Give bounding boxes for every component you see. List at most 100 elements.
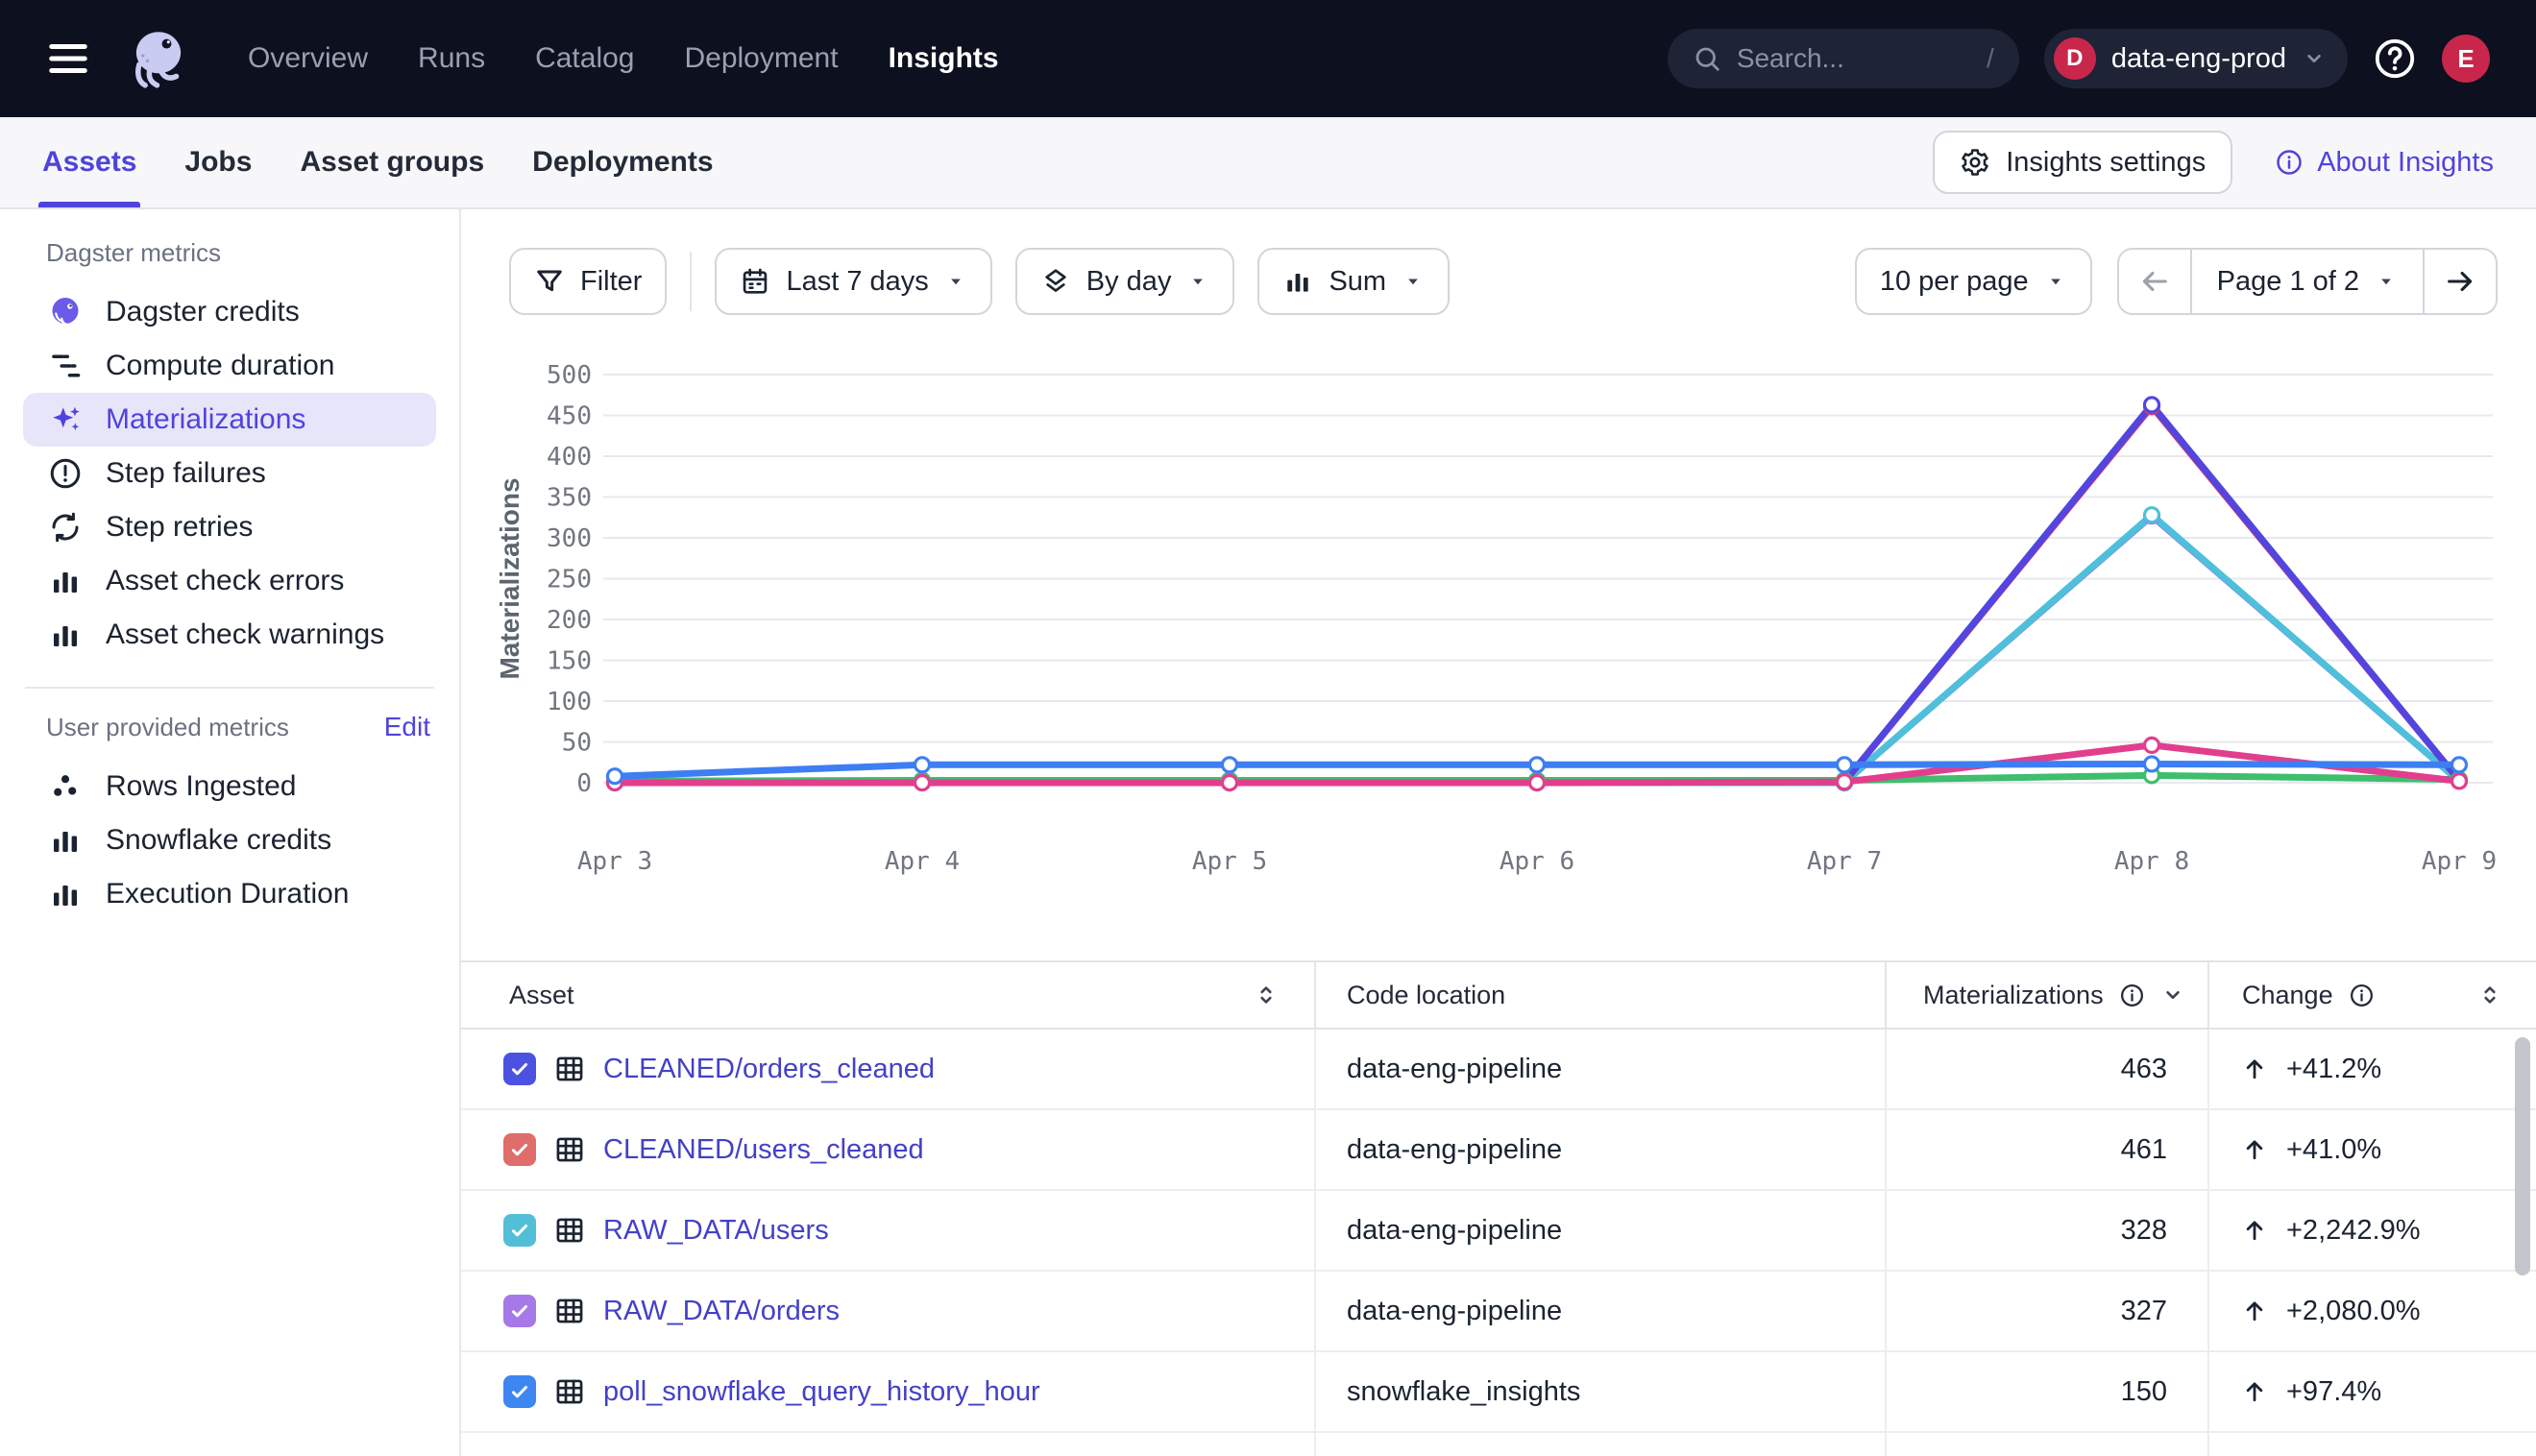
sidebar-item-label: Asset check errors [106,565,344,597]
asset-checkbox[interactable] [503,1053,536,1085]
tab-label: Deployments [532,146,713,179]
sidebar-item-snowflake-credits[interactable]: Snowflake credits [23,813,436,867]
dagster-metrics-list: Dagster creditsCompute durationMateriali… [23,285,436,662]
table-asset-icon [553,1214,586,1247]
asset-link[interactable]: CLEANED/users_cleaned [603,1134,924,1166]
nav-item-catalog[interactable]: Catalog [535,42,634,75]
nav-item-insights[interactable]: Insights [889,42,999,75]
hamburger-menu-icon[interactable] [46,36,90,81]
org-switcher[interactable]: D data-eng-prod [2044,29,2348,88]
per-page-button[interactable]: 10 per page [1855,248,2092,315]
asset-link[interactable]: CLEANED/orders_cleaned [603,1054,935,1085]
asset-link[interactable]: RAW_DATA/orders [603,1296,840,1327]
edit-user-metrics-link[interactable]: Edit [384,712,430,742]
help-icon[interactable] [2373,36,2417,81]
previous-page-button[interactable] [2119,250,2190,313]
user-metrics-section-label: User provided metrics [46,713,289,742]
sort-icon[interactable] [2476,982,2503,1008]
tab-deployments[interactable]: Deployments [532,117,713,207]
sidebar-item-step-retries[interactable]: Step retries [23,500,436,554]
materializations-value-cell: 47 [1885,1433,2207,1456]
arrow-up-icon [2240,1377,2269,1406]
page-indicator-button[interactable]: Page 1 of 2 [2190,250,2425,313]
user-avatar[interactable]: E [2442,35,2490,83]
change-value: +2,242.9% [2286,1215,2420,1247]
vertical-scrollbar[interactable] [2515,1037,2530,1275]
caret-down-icon [944,270,967,293]
asset-cell: RAW_DATA/orders [461,1272,1314,1350]
tab-jobs[interactable]: Jobs [184,117,252,207]
column-header-asset[interactable]: Asset [461,962,1314,1028]
column-header-materializations[interactable]: Materializations [1885,962,2207,1028]
sidebar-item-compute-duration[interactable]: Compute duration [23,339,436,393]
dagster-logo[interactable] [123,23,194,94]
asset-link[interactable]: poll_snowflake_query_history_hour [603,1376,1040,1408]
asset-link[interactable]: RAW_DATA/users [603,1215,829,1247]
asset-checkbox[interactable] [503,1214,536,1247]
per-page-label: 10 per page [1880,266,2029,298]
sidebar-item-rows-ingested[interactable]: Rows Ingested [23,760,436,813]
svg-text:50: 50 [562,729,592,758]
change-value: +97.4% [2286,1376,2381,1408]
change-value: +41.0% [2286,1134,2381,1166]
chevron-down-icon[interactable] [2160,983,2185,1007]
insights-settings-button[interactable]: Insights settings [1933,131,2232,194]
materializations-value-cell: 461 [1885,1110,2207,1189]
sidebar-item-execution-duration[interactable]: Execution Duration [23,867,436,921]
asset-checkbox[interactable] [503,1375,536,1408]
code-location-cell: data-eng-pipeline [1314,1110,1885,1189]
search-input[interactable]: Search... / [1668,29,2019,88]
tab-asset-groups[interactable]: Asset groups [300,117,484,207]
sidebar-item-asset-check-errors[interactable]: Asset check errors [23,554,436,608]
sidebar-item-label: Asset check warnings [106,619,384,651]
group-by-button[interactable]: By day [1015,248,1235,315]
table-asset-icon [553,1295,586,1327]
table-asset-icon [553,1133,586,1166]
nav-item-deployment[interactable]: Deployment [684,42,838,75]
filter-button[interactable]: Filter [509,248,667,315]
sidebar-item-dagster-credits[interactable]: Dagster credits [23,285,436,339]
column-header-code-location[interactable]: Code location [1314,962,1885,1028]
sidebar-item-step-failures[interactable]: Step failures [23,447,436,500]
filter-icon [534,266,565,297]
sidebar-item-label: Rows Ingested [106,770,296,803]
chart-bars-icon [48,564,83,598]
arrow-left-icon [2138,265,2171,298]
materializations-value-cell: 150 [1885,1352,2207,1431]
caret-down-icon [1402,270,1425,293]
info-icon[interactable] [2119,983,2145,1008]
nav-right: Search... / D data-eng-prod E [1668,29,2490,88]
aggregation-button[interactable]: Sum [1257,248,1450,315]
tab-assets[interactable]: Assets [42,117,136,207]
info-icon[interactable] [2349,983,2375,1008]
nav-item-runs[interactable]: Runs [418,42,485,75]
arrow-right-icon [2444,265,2476,298]
dagster-insights-page: { "topnav": { "items": ["Overview", "Run… [0,0,2536,1456]
sort-icon[interactable] [1253,982,1280,1008]
svg-text:350: 350 [547,484,592,513]
change-value: +41.2% [2286,1054,2381,1085]
about-insights-link[interactable]: About Insights [2275,147,2494,179]
sidebar-item-materializations[interactable]: Materializations [23,393,436,447]
nav-item-overview[interactable]: Overview [248,42,368,75]
asset-cell: CLEANED/locations_cleaned [461,1433,1314,1456]
code-location-column-label: Code location [1347,981,1505,1010]
chart-bars-icon [48,877,83,911]
asset-checkbox[interactable] [503,1295,536,1327]
sidebar-item-asset-check-warnings[interactable]: Asset check warnings [23,608,436,662]
sidebar-item-label: Snowflake credits [106,824,331,857]
chart-toolbar: Filter Last 7 days By day Sum 10 per pag… [509,248,2498,315]
date-range-label: Last 7 days [786,266,928,298]
asset-cell: poll_snowflake_query_history_hour [461,1352,1314,1431]
next-page-button[interactable] [2425,250,2496,313]
column-header-change[interactable]: Change [2207,962,2536,1028]
chart-canvas: 050100150200250300350400450500Apr 3Apr 4… [480,338,2507,895]
table-row: CLEANED/locations_cleaneddata-eng-pipeli… [461,1433,2536,1456]
asset-checkbox[interactable] [503,1133,536,1166]
svg-text:Apr 7: Apr 7 [1807,847,1882,876]
svg-text:400: 400 [547,443,592,472]
group-by-label: By day [1086,266,1172,298]
pagination-controls: 10 per page Page 1 of 2 [1855,248,2498,315]
date-range-button[interactable]: Last 7 days [715,248,991,315]
sidebar-item-label: Step failures [106,457,266,490]
